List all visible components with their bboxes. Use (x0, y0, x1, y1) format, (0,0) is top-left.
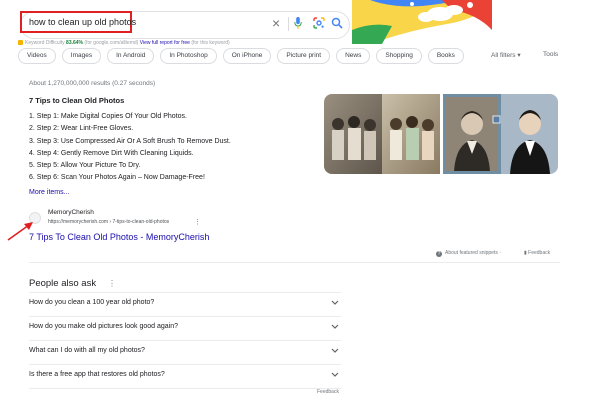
list-item: 5. Step 5: Allow Your Picture To Dry. (29, 162, 141, 170)
chip-on-iphone[interactable]: On iPhone (222, 48, 272, 64)
snippet-images[interactable] (324, 94, 558, 174)
paa-question-text: What can I do with all my old photos? (29, 347, 145, 354)
divider (29, 262, 560, 263)
about-featured-snippets[interactable]: ? About featured snippets · (436, 250, 501, 257)
chevron-down-icon (331, 348, 339, 353)
keyword-difficulty-value: 83.64% (66, 40, 84, 46)
filter-chips: Videos Images In Android In Photoshop On… (18, 48, 464, 64)
site-name[interactable]: MemoryCherish (48, 209, 94, 216)
paa-question-text: How do you make old pictures look good a… (29, 323, 179, 330)
extension-logo-icon (18, 40, 23, 45)
help-icon: ? (436, 251, 442, 257)
paa-question[interactable]: How do you make old pictures look good a… (29, 317, 341, 341)
keyword-difficulty-label: Keyword Difficulty (25, 40, 65, 46)
portrait-before-image[interactable] (443, 94, 501, 174)
list-item: 4. Step 4: Gently Remove Dirt With Clean… (29, 149, 194, 157)
chevron-down-icon (331, 372, 339, 377)
snippet-title: 7 Tips to Clean Old Photos (29, 96, 125, 105)
paa-question-text: How do you clean a 100 year old photo? (29, 299, 155, 306)
keyword-middle-text: (for google.com/alltemd) (84, 40, 139, 46)
list-item: 1. Step 1: Make Digital Copies Of Your O… (29, 113, 187, 120)
people-also-ask-title: People also ask (29, 278, 97, 289)
microphone-icon[interactable] (294, 17, 302, 29)
paa-question[interactable]: What can I do with all my old photos? (29, 341, 341, 365)
feedback-label: Feedback (528, 250, 551, 256)
result-title-link[interactable]: 7 Tips To Clean Old Photos - MemoryCheri… (29, 232, 209, 242)
feedback-button[interactable]: ▮ Feedback (524, 250, 550, 256)
chip-news[interactable]: News (336, 48, 371, 64)
keyword-end-text: (for this keyword) (191, 40, 230, 46)
search-divider (288, 17, 289, 31)
more-options-icon[interactable]: ⋮ (108, 279, 116, 288)
chevron-down-icon (331, 324, 339, 329)
chip-shopping[interactable]: Shopping (376, 48, 422, 64)
tools-button[interactable]: Tools (543, 51, 558, 58)
portrait-after-image[interactable] (501, 94, 558, 174)
chip-in-photoshop[interactable]: In Photoshop (160, 48, 217, 64)
all-filters-button[interactable]: All filters ▾ (491, 51, 521, 59)
list-item: 2. Step 2: Wear Lint-Free Gloves. (29, 125, 134, 133)
before-photo-image[interactable] (324, 94, 382, 174)
chip-picture-print[interactable]: Picture print (277, 48, 331, 64)
list-item: 3. Step 3: Use Compressed Air Or A Soft … (29, 137, 231, 145)
snippet-steps-list: 1. Step 1: Make Digital Copies Of Your O… (29, 111, 231, 185)
chip-in-android[interactable]: In Android (107, 48, 155, 64)
separator: · (499, 250, 501, 256)
site-url[interactable]: https://memorycherish.com › 7-tips-to-cl… (48, 219, 169, 225)
after-photo-image[interactable] (382, 94, 440, 174)
google-doodle[interactable] (352, 0, 492, 44)
keyword-difficulty-bar: Keyword Difficulty 83.64% (for google.co… (18, 40, 230, 46)
paa-question[interactable]: How do you clean a 100 year old photo? (29, 293, 341, 317)
feedback-button[interactable]: Feedback (317, 389, 339, 395)
list-item: 6. Step 6: Scan Your Photos Again – Now … (29, 174, 205, 182)
chip-videos[interactable]: Videos (18, 48, 56, 64)
more-items-link[interactable]: More items... (29, 189, 69, 196)
chevron-down-icon: ▾ (517, 52, 521, 59)
all-filters-label: All filters (491, 52, 516, 59)
paa-question[interactable]: Is there a free app that restores old ph… (29, 365, 341, 389)
search-input[interactable]: how to clean up old photos (29, 17, 136, 27)
paa-question-text: Is there a free app that restores old ph… (29, 371, 165, 378)
search-icon[interactable] (331, 17, 343, 29)
more-options-icon[interactable]: ⋮ (194, 218, 201, 226)
about-featured-snippets-label: About featured snippets (445, 250, 498, 256)
annotation-arrow-icon (7, 222, 33, 241)
feedback-icon: ▮ (524, 250, 527, 256)
chevron-down-icon (331, 300, 339, 305)
keyword-report-link[interactable]: View full report for free (140, 40, 190, 46)
chip-images[interactable]: Images (61, 48, 102, 64)
chip-books[interactable]: Books (427, 48, 464, 64)
google-lens-icon[interactable] (313, 17, 325, 29)
result-stats: About 1,270,000,000 results (0.27 second… (29, 80, 156, 87)
close-icon[interactable]: × (272, 15, 280, 31)
